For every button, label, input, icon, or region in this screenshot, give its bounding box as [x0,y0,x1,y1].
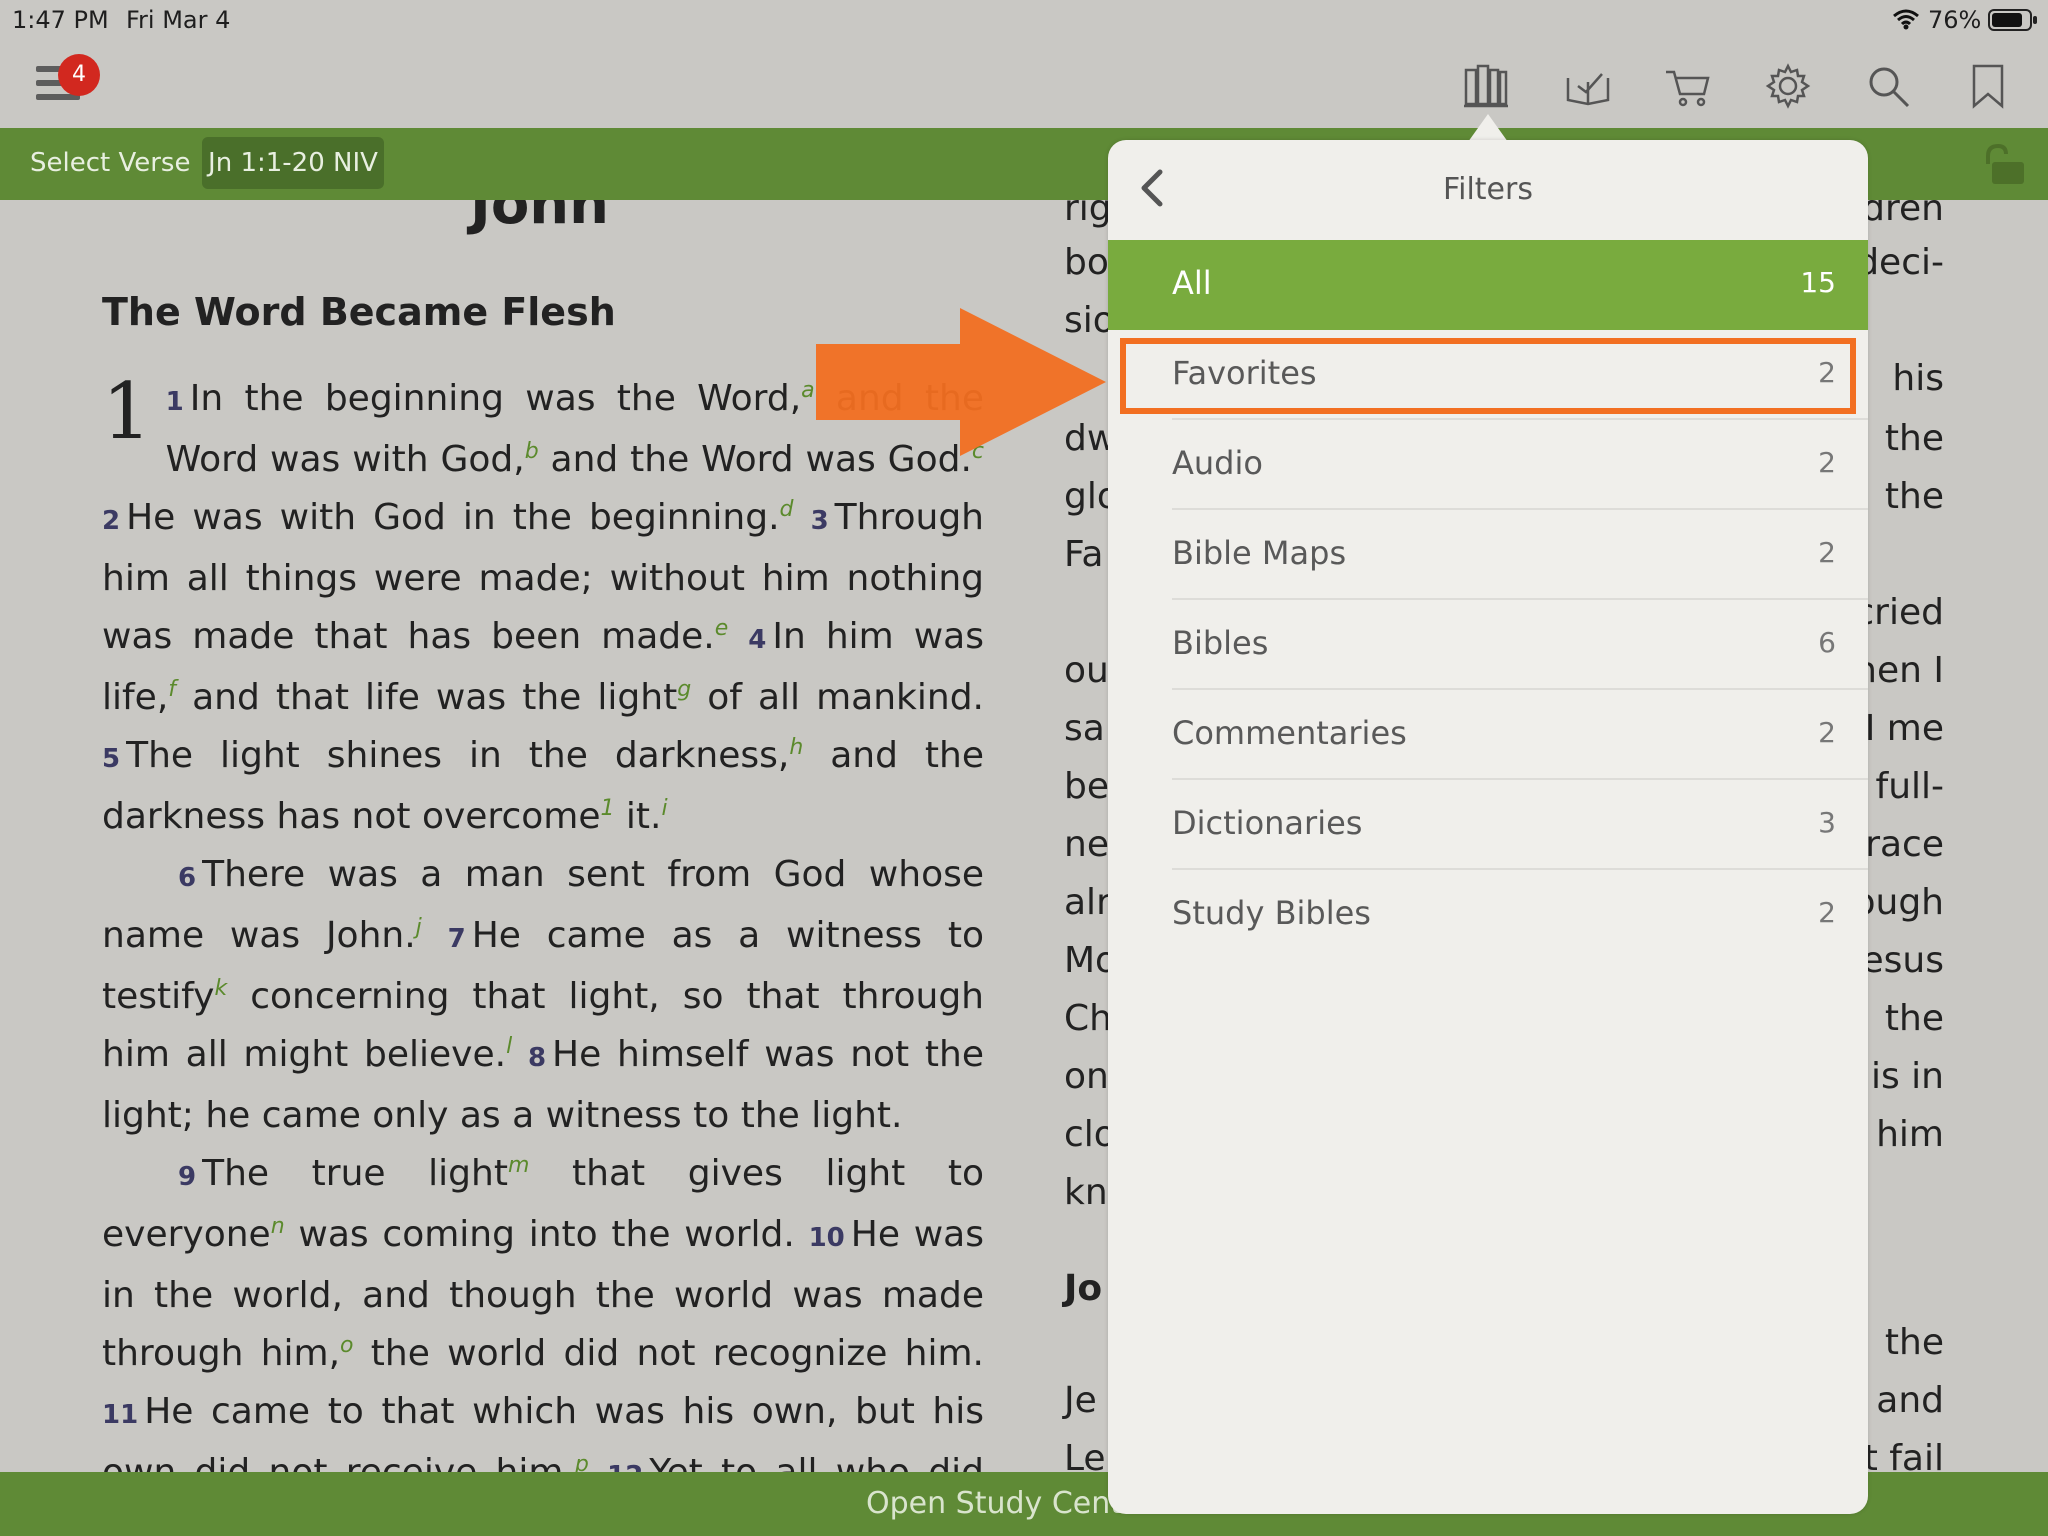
select-verse-button[interactable]: Select Verse [30,148,190,178]
popover-header: Filters [1108,140,1868,240]
left-column-text[interactable]: 11In the beginning was the Word,a and th… [102,370,984,1472]
filter-row-all[interactable]: All 15 [1108,240,1868,330]
cart-icon[interactable] [1664,62,1712,110]
chapter-number: 1 [102,367,152,457]
status-bar: 1:47 PM Fri Mar 4 76% [0,0,2048,40]
bookmark-icon[interactable] [1964,62,2012,110]
filters-popover: Filters All 15 Favorites 2 Audio 2 Bible… [1108,140,1868,1514]
top-toolbar: 4 [0,40,2048,128]
wifi-icon [1893,9,1919,30]
reading-plan-icon[interactable] [1564,62,1612,110]
lock-icon[interactable] [1978,144,2028,186]
filter-row-commentaries[interactable]: Commentaries 2 [1108,690,1868,780]
status-date: Fri Mar 4 [126,6,231,34]
filter-row-favorites[interactable]: Favorites 2 [1108,330,1868,420]
reference-button[interactable]: Jn 1:1-20 NIV [202,137,384,189]
book-title: John [470,200,610,237]
filter-row-dictionaries[interactable]: Dictionaries 3 [1108,780,1868,870]
filter-row-bibles[interactable]: Bibles 6 [1108,600,1868,690]
status-time: 1:47 PM [12,6,109,34]
notification-badge: 4 [58,54,100,96]
popover-caret [1468,114,1508,142]
section-heading: The Word Became Flesh [102,290,616,334]
battery-percent: 76% [1928,6,1982,34]
library-icon[interactable] [1462,62,1510,110]
annotation-arrow-icon [816,308,1106,456]
filter-row-study-bibles[interactable]: Study Bibles 2 [1108,870,1868,960]
battery-icon [1988,9,2037,31]
search-icon[interactable] [1864,62,1912,110]
filter-row-audio[interactable]: Audio 2 [1108,420,1868,510]
popover-title: Filters [1443,172,1533,207]
filter-row-bible-maps[interactable]: Bible Maps 2 [1108,510,1868,600]
settings-gear-icon[interactable] [1764,62,1812,110]
annotation-highlight-box [1120,338,1856,414]
